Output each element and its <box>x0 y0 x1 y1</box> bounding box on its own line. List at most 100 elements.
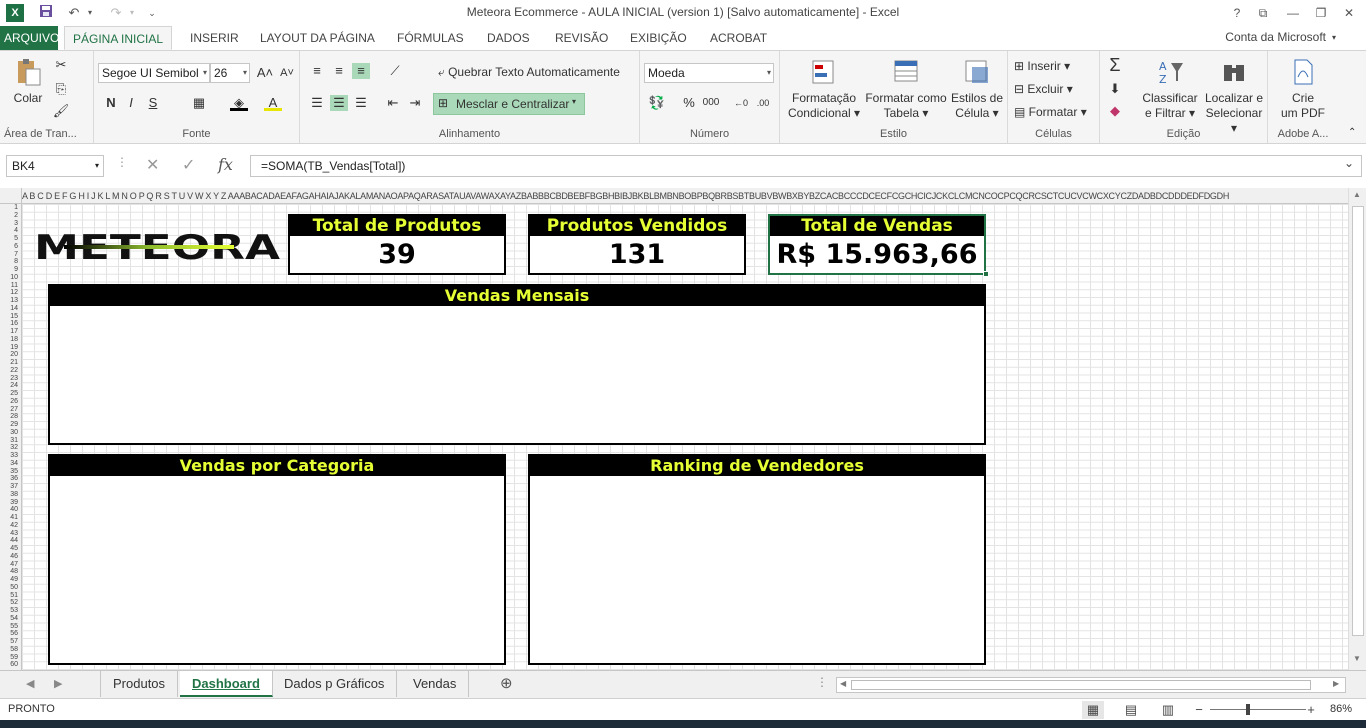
row-header[interactable]: 15 <box>0 313 21 321</box>
tab-inserir[interactable]: INSERIR <box>186 26 243 50</box>
row-header[interactable]: 4 <box>0 227 21 235</box>
row-header[interactable]: 49 <box>0 576 21 584</box>
tab-layout[interactable]: LAYOUT DA PÁGINA <box>256 26 379 50</box>
tab-dados[interactable]: DADOS <box>483 26 534 50</box>
panel-vendas-categoria[interactable]: Vendas por Categoria <box>48 454 506 665</box>
kpi-produtos-vendidos[interactable]: Produtos Vendidos 131 <box>528 214 746 275</box>
bold-button[interactable]: N <box>102 95 120 111</box>
row-header[interactable]: 23 <box>0 375 21 383</box>
row-header[interactable]: 18 <box>0 336 21 344</box>
align-top-icon[interactable]: ≡ <box>308 63 326 79</box>
row-header[interactable]: 10 <box>0 274 21 282</box>
decrease-decimal-icon[interactable]: .00 <box>754 95 772 111</box>
tab-acrobat[interactable]: ACROBAT <box>706 26 771 50</box>
zoom-slider-knob[interactable] <box>1246 704 1250 715</box>
account-dropdown-icon[interactable]: ▾ <box>1328 26 1340 50</box>
font-name-combo[interactable]: Segoe UI Semibol ▾ <box>98 63 210 83</box>
row-header[interactable]: 55 <box>0 623 21 631</box>
row-header[interactable]: 29 <box>0 421 21 429</box>
row-header[interactable]: 11 <box>0 282 21 290</box>
expand-formula-bar-icon[interactable]: ⌄ <box>1344 156 1354 170</box>
delete-cells-button[interactable]: ⊟ Excluir ▾ <box>1014 82 1073 96</box>
tab-formulas[interactable]: FÓRMULAS <box>393 26 468 50</box>
row-header[interactable]: 50 <box>0 584 21 592</box>
insert-cells-button[interactable]: ⊞ Inserir ▾ <box>1014 59 1070 73</box>
tab-revisao[interactable]: REVISÃO <box>551 26 612 50</box>
restore-icon[interactable]: ❐ <box>1308 3 1334 23</box>
row-header[interactable]: 1 <box>0 204 21 212</box>
autosum-icon[interactable]: Σ <box>1106 56 1124 74</box>
row-header[interactable]: 7 <box>0 251 21 259</box>
row-header[interactable]: 12 <box>0 289 21 297</box>
sort-filter-button[interactable]: AZ Classificar e Filtrar ▾ <box>1140 57 1200 121</box>
minimize-icon[interactable]: — <box>1280 3 1306 23</box>
row-header[interactable]: 52 <box>0 599 21 607</box>
row-header[interactable]: 27 <box>0 406 21 414</box>
row-header[interactable]: 28 <box>0 413 21 421</box>
fill-icon[interactable]: ⬇ <box>1106 81 1124 97</box>
scroll-up-icon[interactable]: ▲ <box>1353 190 1361 199</box>
row-header[interactable]: 48 <box>0 568 21 576</box>
row-header[interactable]: 41 <box>0 514 21 522</box>
sheet-tab-dashboard[interactable]: Dashboard <box>180 671 273 697</box>
create-pdf-button[interactable]: Crie um PDF <box>1272 57 1334 121</box>
row-header[interactable]: 26 <box>0 398 21 406</box>
row-header[interactable]: 17 <box>0 328 21 336</box>
row-headers[interactable]: 1 2 3 4 5 6 7 8 9 10 11 12 13 14 15 16 17 18 19 20 21 22 23 24 2… <box>0 204 22 670</box>
align-bottom-icon[interactable]: ≡ <box>352 63 370 79</box>
row-header[interactable]: 34 <box>0 460 21 468</box>
row-header[interactable]: 53 <box>0 607 21 615</box>
wrap-text-button[interactable]: ⤶ Quebrar Texto Automaticamente <box>438 65 620 80</box>
row-header[interactable]: 5 <box>0 235 21 243</box>
merge-center-button[interactable]: ⊞ Mesclar e Centralizar ▾ <box>433 93 585 115</box>
row-header[interactable]: 57 <box>0 638 21 646</box>
row-header[interactable]: 38 <box>0 491 21 499</box>
scroll-left-icon[interactable]: ◀ <box>840 679 846 688</box>
row-header[interactable]: 36 <box>0 475 21 483</box>
align-right-icon[interactable]: ☰ <box>352 95 370 111</box>
cancel-formula-icon[interactable]: ✕ <box>146 155 159 175</box>
decrease-indent-icon[interactable]: ⇤ <box>384 95 402 111</box>
row-header[interactable]: 24 <box>0 382 21 390</box>
row-header[interactable]: 13 <box>0 297 21 305</box>
row-header[interactable]: 25 <box>0 390 21 398</box>
account-menu[interactable]: Conta da Microsoft <box>1225 30 1326 44</box>
format-as-table-button[interactable]: Formatar como Tabela ▾ <box>862 57 950 121</box>
row-header[interactable]: 20 <box>0 351 21 359</box>
cut-icon[interactable]: ✂ <box>52 57 70 73</box>
horizontal-scrollbar[interactable]: ◀ ▶ <box>836 677 1346 693</box>
select-all-corner[interactable] <box>0 188 22 204</box>
row-header[interactable]: 3 <box>0 220 21 228</box>
orientation-icon[interactable]: ⟋ <box>386 63 404 79</box>
format-painter-icon[interactable]: 🖌 <box>52 103 70 119</box>
thousands-button[interactable]: 000 <box>702 95 720 111</box>
conditional-format-button[interactable]: Formatação Condicional ▾ <box>784 57 864 121</box>
row-header[interactable]: 8 <box>0 258 21 266</box>
format-cells-button[interactable]: ▤ Formatar ▾ <box>1014 105 1087 119</box>
vertical-scrollbar[interactable]: ▲ ▼ <box>1348 188 1366 670</box>
align-middle-icon[interactable]: ≡ <box>330 63 348 79</box>
grow-font-icon[interactable]: A˄ <box>256 65 274 81</box>
row-header[interactable]: 44 <box>0 537 21 545</box>
row-header[interactable]: 45 <box>0 545 21 553</box>
scroll-right-icon[interactable]: ▶ <box>1333 679 1339 688</box>
percent-button[interactable]: % <box>680 95 698 111</box>
collapse-ribbon-icon[interactable]: ⌃ <box>1348 127 1356 138</box>
row-header[interactable]: 35 <box>0 468 21 476</box>
row-header[interactable]: 30 <box>0 429 21 437</box>
row-header[interactable]: 37 <box>0 483 21 491</box>
tab-split-grip-icon[interactable]: ⋮ <box>816 675 828 689</box>
close-icon[interactable]: ✕ <box>1336 3 1362 23</box>
sheet-prev-icon[interactable]: ◀ <box>26 677 34 690</box>
row-header[interactable]: 6 <box>0 243 21 251</box>
font-size-combo[interactable]: 26 ▾ <box>210 63 250 83</box>
row-header[interactable]: 32 <box>0 444 21 452</box>
row-header[interactable]: 58 <box>0 646 21 654</box>
horizontal-scroll-thumb[interactable] <box>851 680 1311 690</box>
row-header[interactable]: 59 <box>0 654 21 662</box>
ribbon-display-icon[interactable]: ⧉ <box>1250 3 1276 23</box>
row-header[interactable]: 2 <box>0 212 21 220</box>
tab-arquivo[interactable]: ARQUIVO <box>0 26 59 50</box>
align-left-icon[interactable]: ☰ <box>308 95 326 111</box>
borders-icon[interactable]: ▦ <box>190 95 208 111</box>
